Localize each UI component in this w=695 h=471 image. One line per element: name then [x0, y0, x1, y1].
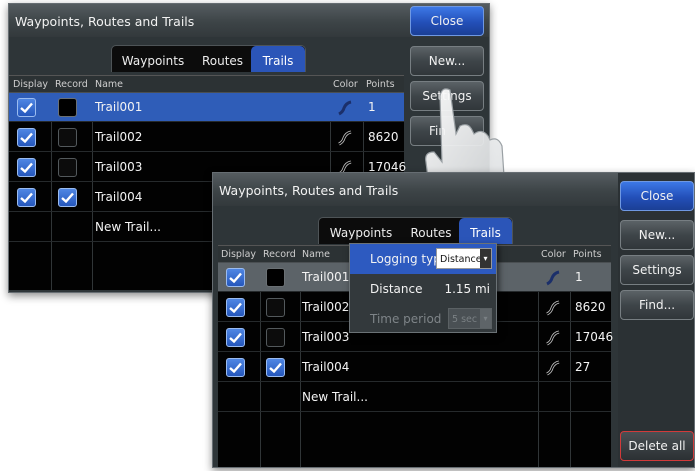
tab-routes[interactable]: Routes: [194, 46, 251, 72]
display-checkbox[interactable]: [17, 158, 36, 177]
display-checkbox[interactable]: [17, 128, 36, 147]
logging-type-value: Distance: [440, 254, 482, 265]
record-checkbox[interactable]: [266, 268, 285, 287]
tab-trails[interactable]: Trails: [459, 218, 512, 244]
display-checkbox[interactable]: [226, 358, 245, 377]
record-checkbox[interactable]: [266, 298, 285, 317]
trail-settings-popup: Logging type Distance ▾ Distance 1.15 mi…: [349, 243, 497, 333]
col-record: Record: [55, 79, 88, 90]
new-trail-label[interactable]: New Trail...: [95, 213, 161, 242]
trail-points: 8620: [575, 300, 606, 314]
trail-color-icon[interactable]: [545, 360, 561, 376]
distance-value[interactable]: 1.15 mi: [444, 282, 490, 296]
col-display: Display: [221, 249, 257, 260]
tab-bar: Waypoints Routes Trails: [111, 45, 306, 72]
table-row[interactable]: Trail001 1: [9, 93, 404, 122]
trail-name: Trail002: [302, 300, 350, 314]
record-checkbox[interactable]: [266, 358, 285, 377]
trail-color-icon[interactable]: [337, 130, 353, 146]
trail-points: 27: [575, 360, 591, 374]
trail-name: Trail002: [95, 130, 143, 144]
col-points: Points: [366, 79, 395, 90]
record-checkbox[interactable]: [58, 158, 77, 177]
trail-points: 1: [368, 100, 376, 114]
trail-name: Trail004: [302, 360, 350, 374]
time-period-value: 5 sec: [452, 314, 478, 325]
chevron-down-icon: ▾: [480, 249, 491, 268]
trail-color-icon[interactable]: [545, 270, 561, 286]
trail-color-icon[interactable]: [337, 100, 353, 116]
display-checkbox[interactable]: [17, 98, 36, 117]
col-color: Color: [333, 79, 358, 90]
trail-color-icon[interactable]: [545, 300, 561, 316]
tab-waypoints[interactable]: Waypoints: [319, 218, 403, 244]
trail-name: Trail001: [302, 270, 350, 284]
trail-points: 8620: [368, 130, 399, 144]
trail-name: Trail001: [95, 100, 143, 114]
tab-bar: Waypoints Routes Trails: [318, 217, 513, 244]
trail-name: Trail003: [302, 330, 350, 344]
new-trail-label[interactable]: New Trail...: [302, 383, 368, 412]
table-header: Display Record Name Color Points: [9, 76, 404, 93]
close-button[interactable]: Close: [410, 6, 484, 36]
trail-name: Trail003: [95, 160, 143, 174]
col-display: Display: [13, 79, 49, 90]
display-checkbox[interactable]: [17, 188, 36, 207]
tab-waypoints[interactable]: Waypoints: [112, 46, 194, 72]
new-trail-row[interactable]: New Trail...: [218, 383, 611, 412]
close-button[interactable]: Close: [620, 181, 694, 211]
distance-row[interactable]: Distance 1.15 mi: [350, 274, 496, 304]
record-checkbox[interactable]: [58, 98, 77, 117]
tab-routes[interactable]: Routes: [403, 218, 459, 244]
display-checkbox[interactable]: [226, 328, 245, 347]
col-name: Name: [302, 249, 331, 260]
chevron-down-icon: ▾: [480, 309, 491, 328]
table-row[interactable]: Trail004 27: [218, 353, 611, 382]
col-color: Color: [541, 249, 566, 260]
button-sidebar: Close New... Settings Find... Delete all: [618, 173, 694, 467]
trail-color-icon[interactable]: [545, 330, 561, 346]
col-record: Record: [263, 249, 296, 260]
tab-trails[interactable]: Trails: [251, 46, 305, 72]
record-checkbox[interactable]: [266, 328, 285, 347]
record-checkbox[interactable]: [58, 188, 77, 207]
trail-points: 17046: [575, 330, 614, 344]
new-button[interactable]: New...: [620, 220, 694, 250]
display-checkbox[interactable]: [226, 268, 245, 287]
record-checkbox[interactable]: [58, 128, 77, 147]
new-button[interactable]: New...: [410, 46, 484, 76]
display-checkbox[interactable]: [226, 298, 245, 317]
distance-label: Distance: [370, 282, 423, 296]
settings-button[interactable]: Settings: [620, 255, 694, 285]
delete-all-button[interactable]: Delete all: [620, 431, 694, 461]
trail-points: 1: [575, 270, 583, 284]
logging-type-dropdown[interactable]: Distance ▾: [436, 248, 492, 269]
table-row[interactable]: Trail002 8620: [9, 123, 404, 152]
time-period-label: Time period: [370, 312, 442, 326]
logging-type-row[interactable]: Logging type Distance ▾: [350, 244, 496, 274]
time-period-dropdown: 5 sec ▾: [448, 308, 492, 329]
col-points: Points: [573, 249, 602, 260]
col-name: Name: [95, 79, 124, 90]
trail-name: Trail004: [95, 190, 143, 204]
time-period-row: Time period 5 sec ▾: [350, 304, 496, 334]
find-button[interactable]: Find...: [620, 290, 694, 320]
